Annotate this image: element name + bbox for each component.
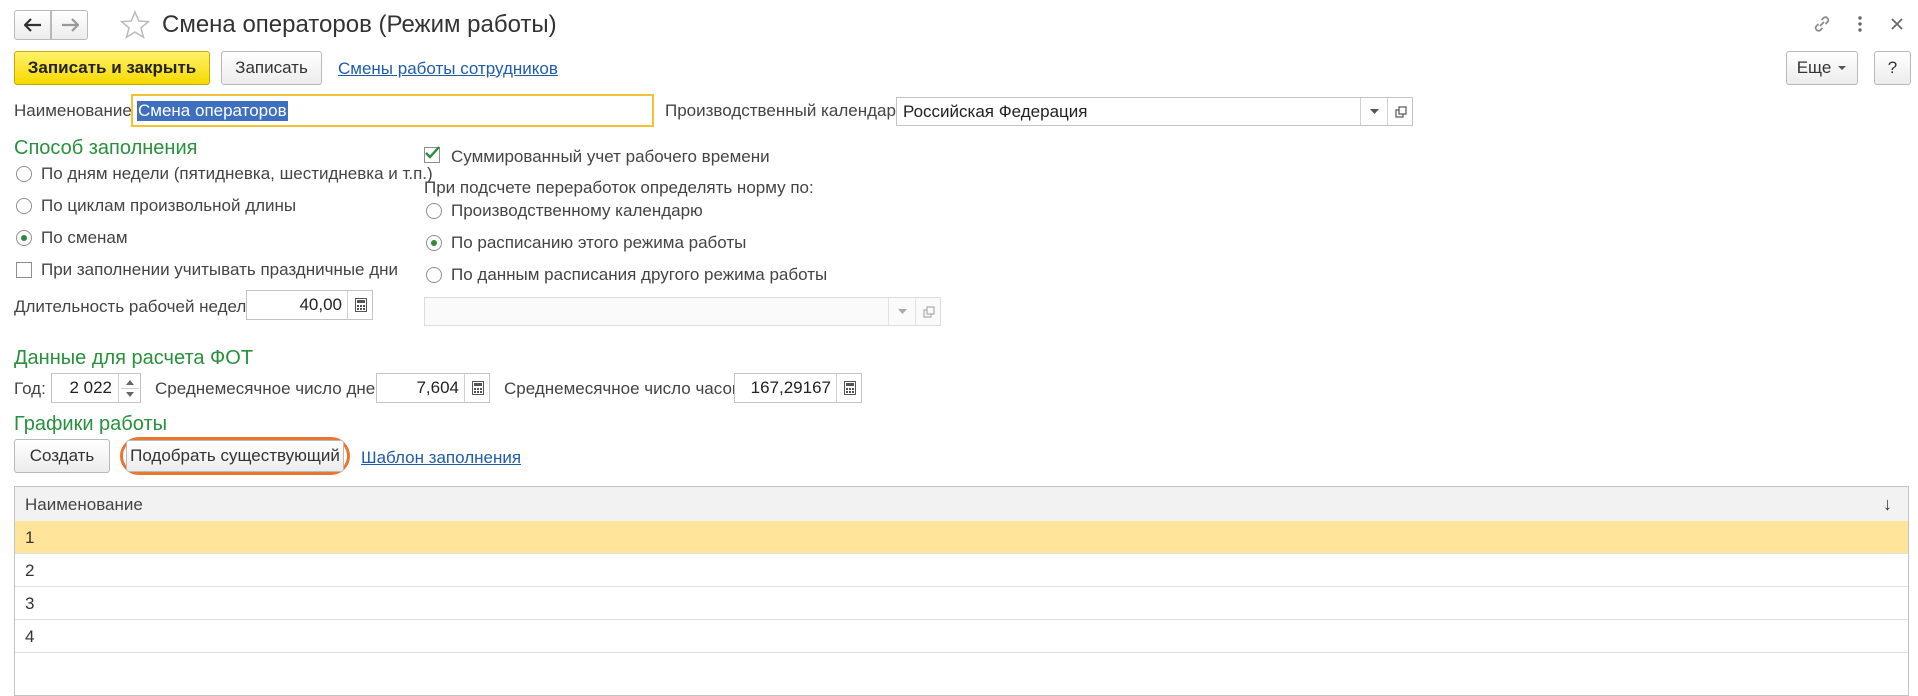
row-cell: 3 [25,594,35,613]
table-row[interactable]: 3 [15,587,1908,620]
avg-hours-input[interactable]: 167,29167 [734,373,862,403]
star-icon[interactable] [119,10,151,45]
forward-button[interactable] [51,10,88,40]
fill-method-title: Способ заполнения [14,137,198,159]
more-button[interactable]: Еще [1786,51,1858,85]
chevron-down-icon [1838,66,1847,70]
close-icon[interactable] [1890,16,1904,36]
year-label: Год: [14,379,46,398]
radio-by-cycles-label: По циклам произвольной длины [41,196,297,215]
arrow-right-icon [61,18,79,32]
year-value: 2 022 [69,378,112,397]
week-duration-value: 40,00 [299,295,342,314]
page-title: Смена операторов (Режим работы) [162,11,557,38]
radio-by-weekdays[interactable] [16,166,32,182]
radio-by-shifts[interactable] [16,230,32,246]
schedules-title: Графики работы [14,413,167,435]
create-button[interactable]: Создать [14,439,110,473]
radio-by-weekdays-label: По дням недели (пятидневка, шестидневка … [41,164,433,183]
row-cell: 2 [25,561,35,580]
table-row[interactable]: 4 [15,620,1908,653]
holidays-checkbox[interactable] [16,262,32,278]
calculator-icon[interactable] [347,291,372,319]
radio-norm-other-schedule-label: По данным расписания другого режима рабо… [451,265,828,284]
open-icon[interactable] [915,298,940,325]
week-duration-label: Длительность рабочей недели: [14,297,261,316]
summarized-label: Суммированный учет рабочего времени [451,147,770,166]
radio-by-shifts-label: По сменам [41,228,128,247]
calculator-icon[interactable] [464,374,489,402]
table-row[interactable]: 1 [15,521,1908,554]
holidays-label: При заполнении учитывать праздничные дни [41,260,399,279]
summarized-checkbox[interactable] [424,146,440,163]
more-label: Еще [1796,58,1832,77]
payroll-title: Данные для расчета ФОТ [14,347,254,369]
calculator-icon[interactable] [836,374,861,402]
save-and-close-button[interactable]: Записать и закрыть [14,51,210,85]
radio-by-cycles[interactable] [16,198,32,214]
checkmark-icon [425,146,440,159]
employee-shifts-link[interactable]: Смены работы сотрудников [338,59,558,79]
sort-arrow-icon[interactable]: ↓ [1883,494,1892,515]
other-schedule-select[interactable] [424,297,941,326]
save-button[interactable]: Записать [221,51,322,85]
name-label: Наименование: [14,101,137,120]
norm-label: При подсчете переработок определять норм… [424,178,814,197]
avg-hours-label: Среднемесячное число часов: [504,379,746,398]
calendar-select[interactable]: Российская Федерация [896,97,1413,126]
radio-norm-this-schedule[interactable] [426,235,442,251]
pick-existing-button[interactable]: Подобрать существующий [126,440,344,472]
spin-button-icon[interactable] [118,374,140,402]
fill-template-link[interactable]: Шаблон заполнения [361,448,521,468]
link-icon[interactable] [1812,14,1832,39]
table-row[interactable]: 2 [15,554,1908,587]
vertical-dots-icon[interactable] [1856,14,1864,39]
open-icon[interactable] [1387,98,1412,125]
week-duration-input[interactable]: 40,00 [246,290,373,320]
avg-hours-value: 167,29167 [750,378,831,397]
calendar-value: Российская Федерация [903,101,1088,121]
chevron-down-icon[interactable] [888,298,915,325]
table-header[interactable]: Наименование ↓ [15,487,1908,522]
avg-days-input[interactable]: 7,604 [376,373,490,403]
radio-norm-calendar-label: Производственному календарю [451,201,703,220]
name-input[interactable]: Смена операторов [131,94,654,127]
calendar-label: Производственный календарь: [665,101,910,120]
avg-days-label: Среднемесячное число дней: [155,379,390,398]
help-button[interactable]: ? [1874,51,1911,85]
avg-days-value: 7,604 [416,378,459,397]
radio-norm-calendar[interactable] [426,203,442,219]
arrow-left-icon [23,18,41,32]
column-header-name[interactable]: Наименование [25,495,143,515]
chevron-down-icon[interactable] [1360,98,1387,125]
row-cell: 1 [25,528,35,547]
name-value: Смена операторов [137,100,288,121]
radio-norm-this-schedule-label: По расписанию этого режима работы [451,233,747,252]
row-cell: 4 [25,627,35,646]
year-input[interactable]: 2 022 [51,373,141,403]
back-button[interactable] [14,10,51,40]
radio-norm-other-schedule[interactable] [426,267,442,283]
schedules-table[interactable]: Наименование ↓ 1 2 3 4 [14,486,1909,696]
